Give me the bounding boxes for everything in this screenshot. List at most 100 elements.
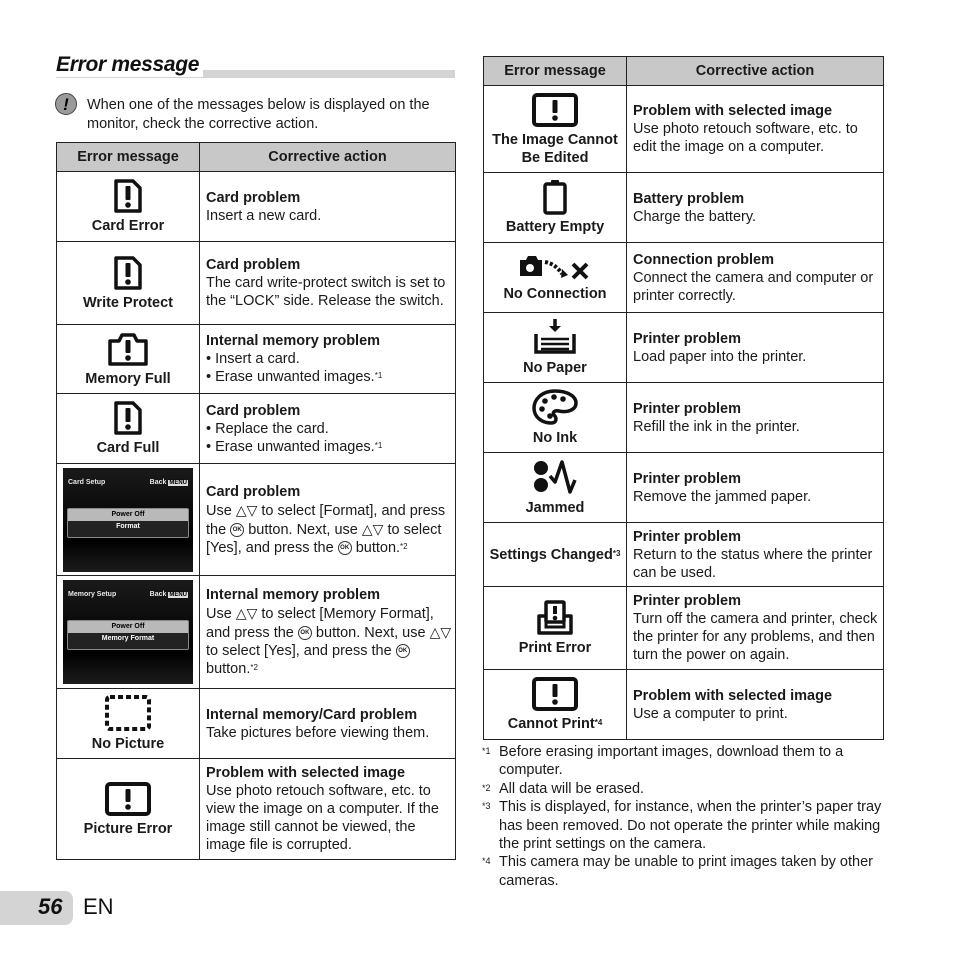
error-message-cell: Battery Empty xyxy=(483,172,627,243)
footnote-text: This is displayed, for instance, when th… xyxy=(499,799,882,853)
action-text-part: Use xyxy=(206,606,236,622)
action-line: • Replace the card. xyxy=(206,420,455,438)
caution-note: When one of the messages below is displa… xyxy=(87,97,430,132)
screen-back: Back MENU xyxy=(150,586,188,604)
action-text: Use photo retouch software, etc. to edit… xyxy=(633,121,858,155)
corrective-action-cell: Printer problem Return to the status wher… xyxy=(626,522,884,587)
screen-option: Format xyxy=(116,522,140,530)
action-text: Take pictures before viewing them. xyxy=(206,724,430,741)
table-header-row: Error message Corrective action xyxy=(56,142,456,172)
footnote-ref: *1 xyxy=(374,371,383,380)
footnote-mark: *3 xyxy=(482,801,491,812)
error-message-label: Write Protect xyxy=(83,294,173,311)
corrective-action-cell: Printer problem Refill the ink in the pri… xyxy=(626,382,884,453)
caution-icon: ! xyxy=(55,93,77,115)
action-text: Load paper into the printer. xyxy=(633,348,807,365)
problem-heading: Problem with selected image xyxy=(206,765,406,781)
corrective-action-cell: Internal memory problem Use △▽ to select … xyxy=(199,575,456,689)
table-row: Settings Changed*3 Printer problem Return… xyxy=(483,522,884,587)
action-line: Turn off the camera and printer, check t… xyxy=(633,610,883,664)
ok-button-icon: OK xyxy=(395,644,410,659)
action-line: • Erase unwanted images.*1 xyxy=(206,368,455,386)
action-text-part: button. xyxy=(351,539,401,556)
corrective-action-cell: Printer problem Remove the jammed paper. xyxy=(626,452,884,523)
footnote-mark: *4 xyxy=(482,856,491,867)
footnote: *4 This camera may be unable to print ima… xyxy=(482,853,884,890)
action-text: Use photo retouch software, etc. to view… xyxy=(206,783,439,853)
action-text: Refill the ink in the printer. xyxy=(633,418,800,435)
screen-back-label: Back xyxy=(149,591,167,598)
action-text: • Erase unwanted images. xyxy=(206,438,375,455)
no-ink-icon xyxy=(484,388,626,426)
action-text: • Erase unwanted images. xyxy=(206,369,375,385)
screen-title: Card Setup xyxy=(68,478,106,486)
error-message-cell: No Ink xyxy=(483,382,627,453)
problem-heading: Internal memory problem xyxy=(206,333,381,349)
corrective-action-cell: Battery problem Charge the battery. xyxy=(626,172,884,243)
error-message-cell: Card Full xyxy=(56,393,200,464)
action-text-part: button. Next, use xyxy=(311,625,430,641)
error-message-cell: Memory Full xyxy=(56,324,200,394)
table-row: Memory Setup Back MENU Power Off Memory … xyxy=(56,575,456,689)
header-corrective-action: Corrective action xyxy=(199,142,456,172)
error-message-label: Cannot Print xyxy=(507,716,595,732)
error-message-cell: Jammed xyxy=(483,452,627,523)
corrective-action-cell: Problem with selected image Use photo ret… xyxy=(199,758,456,860)
error-message-cell: No Paper xyxy=(483,312,627,383)
page-number: 56 xyxy=(38,894,63,919)
action-text-part: Use xyxy=(206,502,236,519)
error-message-cell: Picture Error xyxy=(56,758,200,860)
corrective-action-cell: Connection problem Connect the camera and… xyxy=(626,242,884,313)
problem-heading: Card problem xyxy=(206,257,301,273)
table-row: Battery Empty Battery problem Charge the … xyxy=(483,172,884,243)
up-down-arrows-icon: △▽ xyxy=(235,501,258,518)
table-row: Print Error Printer problem Turn off the … xyxy=(483,586,884,670)
screen-option-selected: Power Off xyxy=(68,508,188,521)
battery-empty-icon xyxy=(484,179,626,215)
table-row: No Paper Printer problem Load paper into … xyxy=(483,312,884,383)
problem-heading: Battery problem xyxy=(633,190,745,207)
up-down-arrows-icon: △▽ xyxy=(361,520,384,537)
action-text: Charge the battery. xyxy=(633,208,757,225)
corrective-action-cell: Problem with selected image Use photo ret… xyxy=(626,85,884,173)
action-text: Use △▽ to select [Format], and press the… xyxy=(206,501,455,557)
screen-title: Memory Setup xyxy=(68,591,117,598)
menu-button-icon: MENU xyxy=(168,592,188,598)
no-picture-icon xyxy=(57,694,199,732)
action-text: Use △▽ to select [Memory Format], and pr… xyxy=(206,604,455,678)
camera-screen-card-setup: Card Setup Back MENU Power Off Format xyxy=(63,467,193,572)
up-down-arrows-icon: △▽ xyxy=(235,605,258,621)
table-row: Memory Full Internal memory problem • Ins… xyxy=(56,324,456,394)
error-message-label: No Connection xyxy=(503,286,607,302)
table-row: Card Setup Back MENU Power Off Format Ca… xyxy=(56,463,456,576)
footnote-text: Before erasing important images, downloa… xyxy=(499,744,844,779)
footnote: *2 All data will be erased. xyxy=(482,780,884,798)
action-line: Use photo retouch software, etc. to edit… xyxy=(633,120,883,156)
error-table-right: Error message Corrective action The Imag… xyxy=(483,56,884,740)
footnote-ref: *2 xyxy=(250,663,258,672)
action-text: Connect the camera and computer or print… xyxy=(633,269,874,304)
corrective-action-cell: Problem with selected image Use a compute… xyxy=(626,669,884,740)
action-line: Take pictures before viewing them. xyxy=(206,724,455,742)
error-message-cell: No Connection xyxy=(483,242,627,313)
action-text-part: button. Next, use xyxy=(244,521,362,538)
problem-heading: Problem with selected image xyxy=(633,687,833,704)
footnote-mark: *2 xyxy=(482,782,491,793)
problem-heading: Printer problem xyxy=(633,330,741,347)
corrective-action-cell: Card problem • Replace the card. • Erase u… xyxy=(199,393,456,464)
error-message-cell: Print Error xyxy=(483,586,627,670)
action-text-part: to select [Yes], and press the xyxy=(206,643,396,659)
problem-heading: Printer problem xyxy=(633,593,741,609)
problem-heading: Internal memory/Card problem xyxy=(206,706,418,723)
action-line: Use a computer to print. xyxy=(633,705,883,723)
action-line: Insert a new card. xyxy=(206,207,455,225)
problem-heading: Card problem xyxy=(206,483,301,500)
header-error-message: Error message xyxy=(483,56,627,86)
action-line: Use photo retouch software, etc. to view… xyxy=(206,782,455,854)
action-line: Charge the battery. xyxy=(633,208,883,226)
header-corrective-action: Corrective action xyxy=(626,56,884,86)
action-text: • Replace the card. xyxy=(206,420,329,437)
screen-menu: Power Off Memory Format xyxy=(67,620,189,650)
error-message-label: Battery Empty xyxy=(505,219,605,235)
action-text-part: button. xyxy=(206,661,251,677)
